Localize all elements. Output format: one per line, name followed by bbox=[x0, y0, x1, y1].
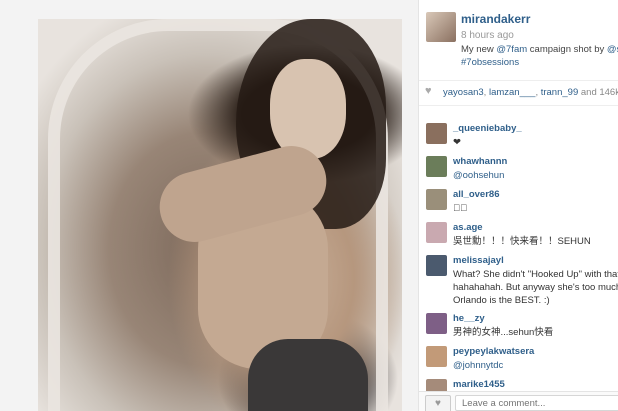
comment-avatar[interactable] bbox=[426, 123, 447, 144]
comment-avatar[interactable] bbox=[426, 313, 447, 334]
comment-username[interactable]: all_over86 bbox=[453, 189, 499, 200]
comment-username[interactable]: peypeylakwatsera bbox=[453, 346, 534, 357]
caption-mention-7fam[interactable]: @7fam bbox=[496, 44, 527, 55]
likes-row: ♥ yayosan3, lamzan___, trann_99 and 146k bbox=[419, 80, 618, 106]
likers-list: yayosan3, lamzan___, trann_99 and 146k bbox=[443, 87, 618, 98]
photo-face bbox=[270, 59, 346, 159]
comment-item: all_over86 ❤⃣ bbox=[419, 186, 618, 219]
likes-count[interactable]: and 146k bbox=[581, 87, 618, 98]
comment-text: What? She didn't "Hooked Up" with that h… bbox=[453, 268, 618, 307]
comment-username[interactable]: melissajayl bbox=[453, 255, 504, 266]
comment-item: _queeniebaby_ ❤ bbox=[419, 120, 618, 153]
comment-item: whawhannn @oohsehun bbox=[419, 153, 618, 186]
comment-avatar[interactable] bbox=[426, 346, 447, 367]
photo-jeans bbox=[248, 339, 368, 411]
comment-avatar[interactable] bbox=[426, 156, 447, 177]
post-caption: My new @7fam campaign shot by @s #7obses… bbox=[461, 43, 618, 69]
comment-item: he__zy 男神的女神...sehun快看 bbox=[419, 310, 618, 343]
comment-avatar[interactable] bbox=[426, 189, 447, 210]
comment-mention[interactable]: @johnnytdc bbox=[453, 359, 503, 372]
comment-mention[interactable]: @oohsehun bbox=[453, 169, 504, 182]
post-timestamp: 8 hours ago bbox=[461, 30, 514, 41]
comment-text-line: What? She didn't "Hooked Up" with that bbox=[453, 269, 618, 280]
comment-text: ❤ bbox=[453, 137, 461, 148]
comment-text: 男神的女神...sehun快看 bbox=[453, 327, 554, 338]
comment-username[interactable]: as.age bbox=[453, 222, 483, 233]
post-sidebar: mirandakerr 8 hours ago My new @7fam cam… bbox=[419, 0, 618, 411]
comment-avatar[interactable] bbox=[426, 222, 447, 243]
caption-prefix: My new bbox=[461, 44, 497, 55]
caption-middle: campaign shot by bbox=[527, 44, 607, 55]
owner-username[interactable]: mirandakerr bbox=[461, 12, 530, 26]
heart-icon: ♥ bbox=[425, 85, 432, 97]
comment-username[interactable]: marike1455 bbox=[453, 379, 505, 390]
comment-bar: ♥ bbox=[419, 391, 618, 411]
comment-username[interactable]: he__zy bbox=[453, 313, 485, 324]
comment-item: as.age 吳世勳！！！快来看！！SEHUN bbox=[419, 219, 618, 252]
liker-name[interactable]: trann_99 bbox=[541, 87, 579, 98]
comment-username[interactable]: _queeniebaby_ bbox=[453, 123, 522, 134]
liker-name[interactable]: yayosan3 bbox=[443, 87, 484, 98]
comments-list: _queeniebaby_ ❤ whawhannn @oohsehun all_… bbox=[419, 120, 618, 409]
comment-item: melissajayl What? She didn't "Hooked Up"… bbox=[419, 252, 618, 310]
comment-text-line: Orlando is the BEST. :) bbox=[453, 295, 550, 306]
like-button[interactable]: ♥ bbox=[425, 395, 451, 411]
caption-line-1: My new @7fam campaign shot by @s bbox=[461, 43, 618, 56]
comment-text: 吳世勳！！！快来看！！SEHUN bbox=[453, 236, 591, 247]
comment-input[interactable] bbox=[455, 395, 618, 411]
caption-mention-photographer[interactable]: @s bbox=[607, 44, 618, 55]
comment-item: peypeylakwatsera @johnnytdc bbox=[419, 343, 618, 376]
caption-hashtag[interactable]: #7obsessions bbox=[461, 56, 618, 69]
photo-pane bbox=[0, 0, 418, 411]
comment-username[interactable]: whawhannn bbox=[453, 156, 507, 167]
post-photo[interactable] bbox=[38, 19, 402, 411]
owner-avatar[interactable] bbox=[426, 12, 456, 42]
comment-text: ❤⃣ bbox=[453, 203, 468, 214]
liker-name[interactable]: lamzan___ bbox=[489, 87, 535, 98]
comment-avatar[interactable] bbox=[426, 255, 447, 276]
comment-text-line: hahahahah. But anyway she's too much bbox=[453, 282, 618, 293]
